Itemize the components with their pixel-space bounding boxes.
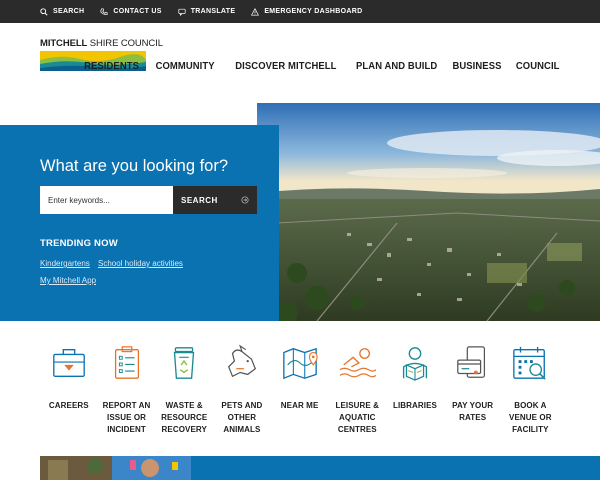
nav-council[interactable]: COUNCIL: [516, 60, 560, 72]
utility-contact[interactable]: CONTACT US: [100, 7, 162, 16]
tile-label: WASTE & RESOURCE RECOVERY: [161, 401, 208, 434]
tile-waste[interactable]: WASTE & RESOURCE RECOVERY: [155, 344, 213, 436]
search-title: What are you looking for?: [40, 157, 229, 175]
hero-aerial-photo: [257, 103, 600, 321]
tile-leisure[interactable]: LEISURE & AQUATIC CENTRES: [328, 344, 386, 436]
tile-pets[interactable]: PETS AND OTHER ANIMALS: [213, 344, 271, 436]
tile-book-venue[interactable]: BOOK A VENUE OR FACILITY: [502, 344, 560, 436]
trending-link-my-mitchell-app[interactable]: My Mitchell App: [40, 276, 96, 285]
tile-near-me[interactable]: NEAR ME: [271, 344, 329, 436]
utility-search[interactable]: SEARCH: [40, 7, 85, 16]
briefcase-icon: [52, 349, 85, 377]
chat-bubble-icon: [178, 8, 186, 16]
tile-label: CAREERS: [48, 401, 89, 410]
swimmer-icon: [339, 348, 377, 378]
payment-icon: [456, 346, 485, 378]
search-icon: [40, 7, 48, 16]
utility-emergency-label: EMERGENCY DASHBOARD: [264, 8, 363, 15]
tile-libraries[interactable]: LIBRARIES: [386, 344, 444, 436]
utility-bar: SEARCH CONTACT US TRANSLATE EMERGENCY DA…: [0, 0, 600, 23]
nav-community[interactable]: COMMUNITY: [155, 60, 214, 72]
tile-label: BOOK A VENUE OR FACILITY: [509, 401, 552, 434]
utility-translate-label: TRANSLATE: [190, 8, 236, 15]
tile-label: LIBRARIES: [392, 401, 437, 410]
search-button-label: SEARCH: [181, 195, 218, 205]
dog-icon: [227, 344, 256, 378]
map-pin-icon: [282, 347, 318, 380]
search-input[interactable]: [40, 186, 173, 214]
nav-business[interactable]: BUSINESS: [452, 60, 501, 72]
utility-translate[interactable]: TRANSLATE: [178, 8, 236, 16]
search-row: SEARCH: [40, 186, 257, 214]
arrow-circle-icon: [241, 196, 249, 204]
logo-text-bold: MITCHELL: [40, 38, 88, 49]
trending-link-school-holiday[interactable]: School holiday activities: [98, 259, 183, 268]
tile-label: PAY YOUR RATES: [452, 401, 494, 422]
tile-careers[interactable]: CAREERS: [40, 344, 98, 436]
tile-label: REPORT AN ISSUE OR INCIDENT: [102, 401, 151, 434]
nav-discover-mitchell[interactable]: DISCOVER MITCHELL: [235, 60, 336, 72]
trending-link-kindergartens[interactable]: Kindergartens: [40, 259, 90, 268]
search-panel: What are you looking for? SEARCH TRENDIN…: [0, 125, 279, 321]
reader-icon: [402, 347, 428, 381]
nav-residents[interactable]: RESIDENTS: [84, 60, 139, 72]
search-button[interactable]: SEARCH: [173, 186, 257, 214]
warning-icon: [251, 7, 260, 16]
clipboard-icon: [114, 346, 139, 379]
trending-title: TRENDING NOW: [40, 238, 118, 249]
tile-pay-rates[interactable]: PAY YOUR RATES: [444, 344, 502, 436]
tile-label: LEISURE & AQUATIC CENTRES: [335, 401, 380, 434]
featured-strip: [0, 456, 600, 480]
utility-contact-label: CONTACT US: [113, 8, 162, 15]
quick-links: CAREERS REPORT AN ISSUE OR INCIDENT WAST…: [40, 344, 560, 436]
tile-label: PETS AND OTHER ANIMALS: [221, 401, 263, 434]
utility-search-label: SEARCH: [53, 8, 85, 15]
tile-report-issue[interactable]: REPORT AN ISSUE OR INCIDENT: [98, 344, 156, 436]
utility-emergency[interactable]: EMERGENCY DASHBOARD: [251, 7, 363, 16]
main-nav: RESIDENTS COMMUNITY DISCOVER MITCHELL PL…: [78, 60, 560, 72]
calendar-icon: [513, 346, 547, 380]
nav-plan-and-build[interactable]: PLAN AND BUILD: [356, 60, 437, 72]
phone-icon: [100, 7, 108, 15]
tile-label: NEAR ME: [280, 401, 319, 410]
recycle-bin-icon: [174, 347, 195, 379]
logo-text-light: SHIRE COUNCIL: [87, 38, 163, 49]
logo-text: MITCHELL SHIRE COUNCIL: [40, 38, 163, 49]
